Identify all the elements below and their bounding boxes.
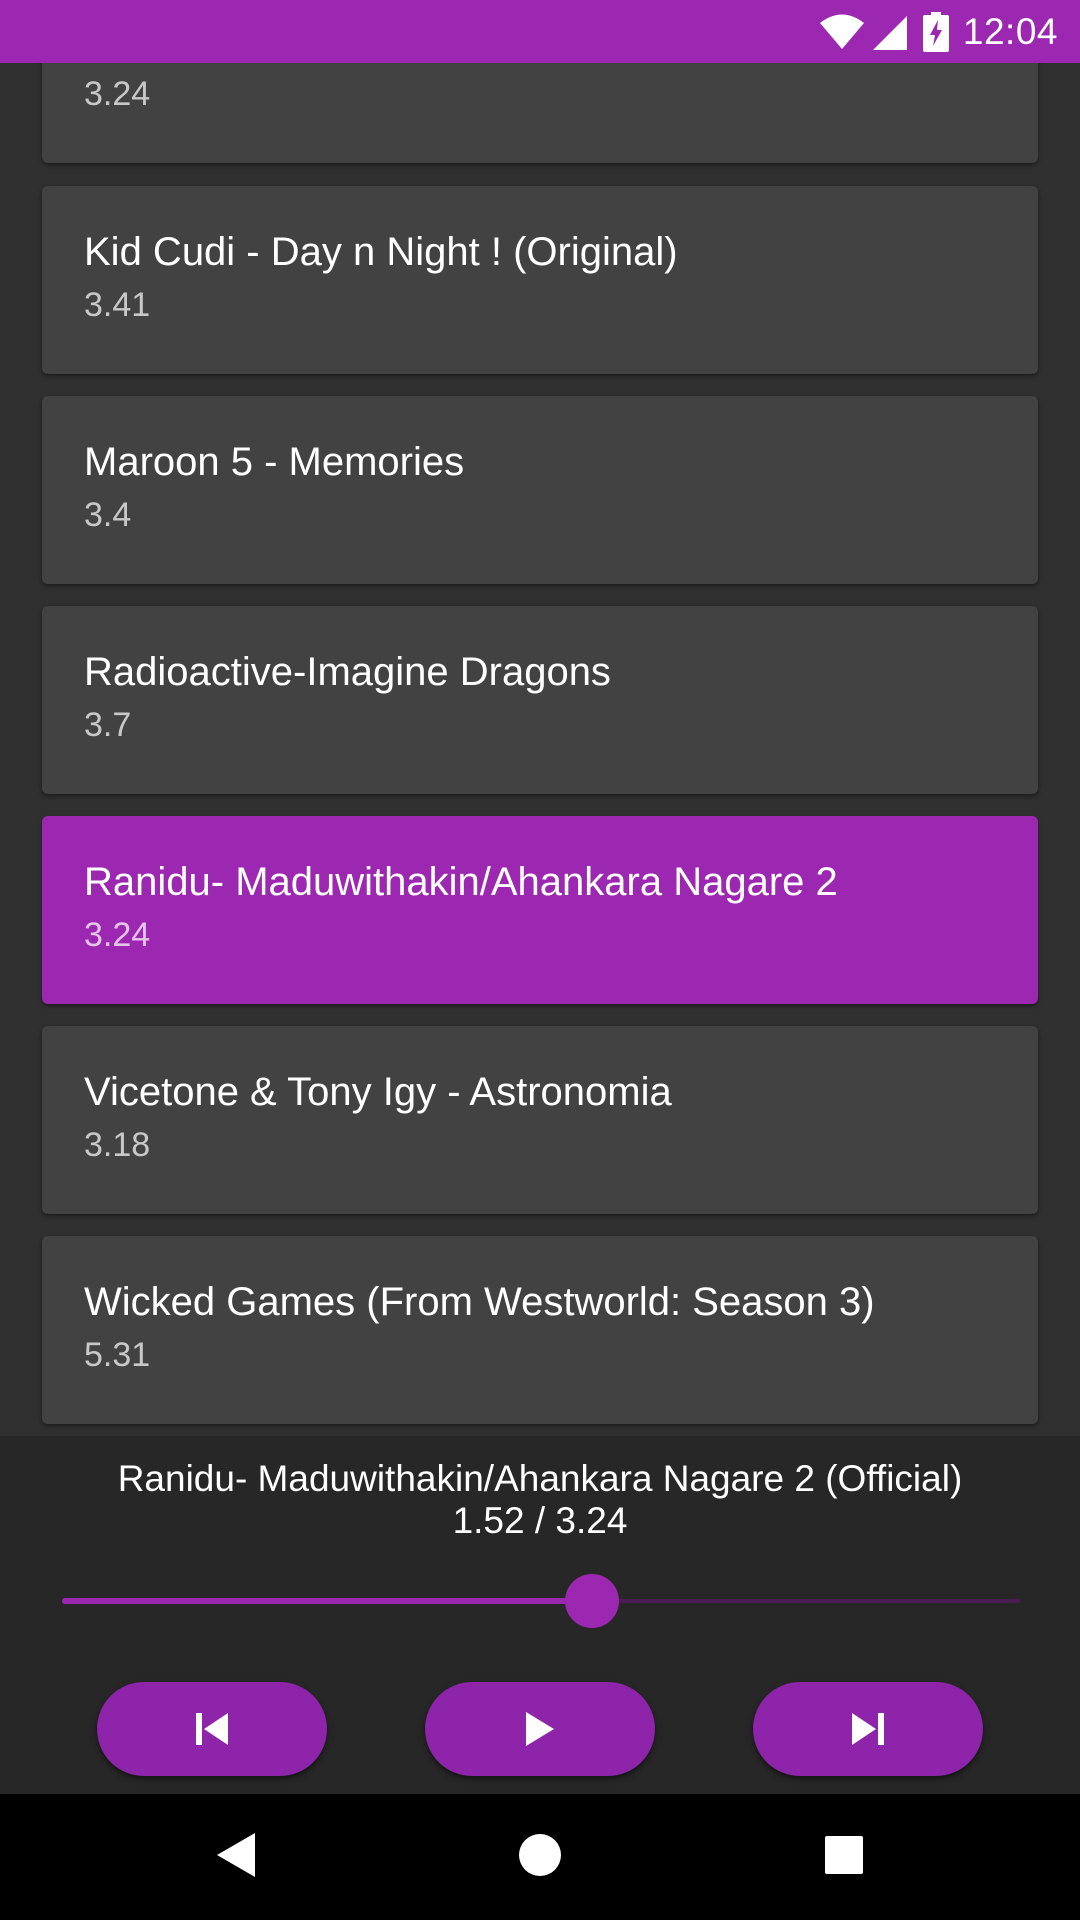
song-item[interactable]: Vicetone & Tony Igy - Astronomia 3.18	[42, 1026, 1038, 1214]
status-clock: 12:04	[962, 10, 1058, 52]
system-nav-bar	[0, 1794, 1080, 1920]
song-title: Radioactive-Imagine Dragons	[84, 650, 611, 694]
battery-charging-icon	[922, 11, 949, 52]
status-icons: 12:04	[819, 0, 1058, 63]
play-button[interactable]	[425, 1682, 655, 1776]
skip-next-icon	[850, 1712, 886, 1746]
skip-previous-icon	[194, 1712, 230, 1746]
song-item[interactable]: Radioactive-Imagine Dragons 3.7	[42, 606, 1038, 794]
now-playing-time: 1.52 / 3.24	[452, 1500, 628, 1541]
song-duration: 3.41	[84, 286, 151, 324]
song-list[interactable]: 3.24 Kid Cudi - Day n Night ! (Original)…	[0, 63, 1080, 1436]
back-button[interactable]	[176, 1794, 296, 1920]
back-icon	[215, 1832, 257, 1883]
recents-button[interactable]	[784, 1794, 904, 1920]
song-item[interactable]: Kid Cudi - Day n Night ! (Original) 3.41	[42, 186, 1038, 374]
player-panel: Ranidu- Maduwithakin/Ahankara Nagare 2 (…	[0, 1436, 1080, 1794]
song-item[interactable]: Wicked Games (From Westworld: Season 3) …	[42, 1236, 1038, 1424]
home-icon	[518, 1833, 562, 1882]
song-title: Maroon 5 - Memories	[84, 440, 465, 484]
seek-slider[interactable]	[62, 1574, 1020, 1628]
song-duration: 5.31	[84, 1336, 151, 1374]
now-playing-title: Ranidu- Maduwithakin/Ahankara Nagare 2 (…	[117, 1458, 963, 1499]
recents-icon	[824, 1835, 864, 1880]
song-item-active[interactable]: Ranidu- Maduwithakin/Ahankara Nagare 2 3…	[42, 816, 1038, 1004]
song-duration: 3.18	[84, 1126, 151, 1164]
slider-thumb[interactable]	[564, 1574, 619, 1628]
song-duration: 3.24	[84, 916, 151, 954]
song-duration: 3.24	[84, 75, 151, 113]
cell-signal-icon	[871, 13, 909, 51]
playback-controls	[0, 1682, 1080, 1776]
slider-fill	[62, 1598, 592, 1604]
song-title: Ranidu- Maduwithakin/Ahankara Nagare 2	[84, 860, 838, 904]
status-bar: 12:04	[0, 0, 1080, 63]
wifi-icon	[819, 14, 865, 50]
song-item[interactable]: Maroon 5 - Memories 3.4	[42, 396, 1038, 584]
song-title: Wicked Games (From Westworld: Season 3)	[84, 1280, 875, 1324]
song-item[interactable]: 3.24	[42, 63, 1038, 163]
song-title: Kid Cudi - Day n Night ! (Original)	[84, 230, 678, 274]
previous-button[interactable]	[97, 1682, 327, 1776]
play-icon	[524, 1711, 556, 1747]
song-duration: 3.4	[84, 496, 132, 534]
song-duration: 3.7	[84, 706, 132, 744]
home-button[interactable]	[480, 1794, 600, 1920]
song-title: Vicetone & Tony Igy - Astronomia	[84, 1070, 672, 1114]
next-button[interactable]	[753, 1682, 983, 1776]
